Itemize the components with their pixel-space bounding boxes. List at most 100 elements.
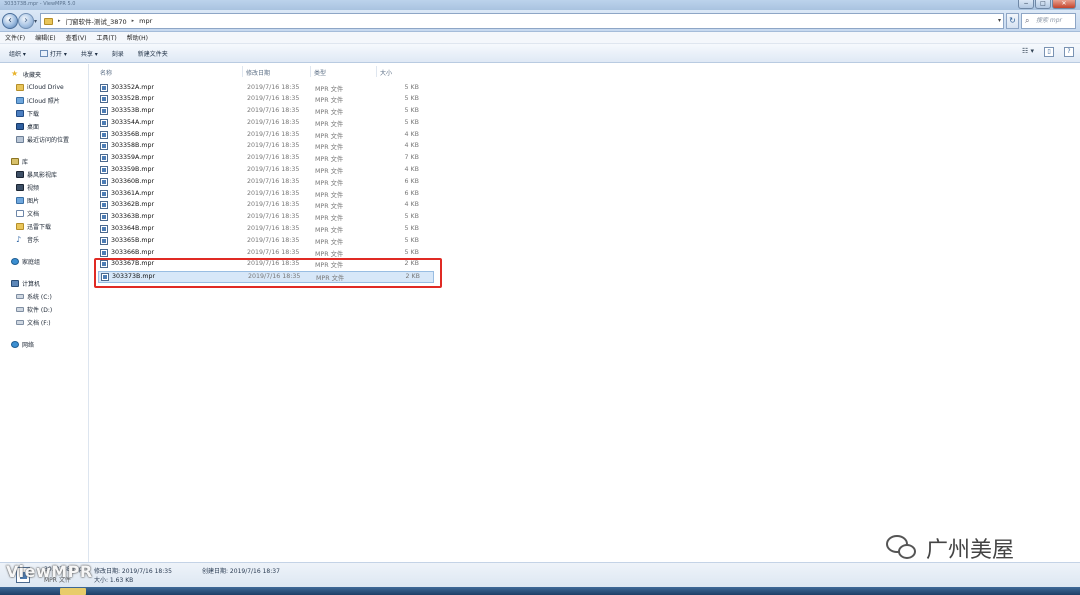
new-folder-label: 新建文件夹 <box>137 50 168 58</box>
nav-item-label: 软件 (D:) <box>27 307 53 314</box>
file-row[interactable]: 303352B.mpr 2019/7/16 18:35 MPR 文件 5 KB <box>98 94 434 106</box>
maximize-button[interactable]: □ <box>1035 0 1051 9</box>
view-options-icon[interactable]: ☷ ▾ <box>1022 47 1034 57</box>
file-row[interactable]: 303354A.mpr 2019/7/16 18:35 MPR 文件 5 KB <box>98 117 434 129</box>
nav-videos[interactable]: 视频 <box>0 181 88 194</box>
file-size: 5 KB <box>404 225 419 233</box>
highlight-annotation <box>94 258 442 288</box>
nav-favorites[interactable]: ★ 收藏夹 <box>0 68 88 81</box>
nav-music[interactable]: ♪ 音乐 <box>0 233 88 246</box>
nav-drive-c[interactable]: 系统 (C:) <box>0 290 88 303</box>
music-icon: ♪ <box>16 235 22 244</box>
minimize-button[interactable]: − <box>1018 0 1034 9</box>
mpr-file-icon <box>100 166 108 175</box>
column-divider[interactable] <box>242 66 243 77</box>
file-row[interactable]: 303363B.mpr 2019/7/16 18:35 MPR 文件 5 KB <box>98 212 434 224</box>
view-controls: ☷ ▾ ▯ ? <box>1022 47 1074 57</box>
file-row[interactable]: 303353B.mpr 2019/7/16 18:35 MPR 文件 5 KB <box>98 106 434 118</box>
file-date: 2019/7/16 18:35 <box>247 213 300 221</box>
chevron-right-icon[interactable]: ▸ <box>132 18 135 24</box>
file-row[interactable]: 303361A.mpr 2019/7/16 18:35 MPR 文件 6 KB <box>98 188 434 200</box>
menu-help[interactable]: 帮助(H) <box>127 33 148 42</box>
burn-button[interactable]: 刻录 <box>112 49 124 58</box>
folder-icon <box>16 84 24 91</box>
recent-pages-dropdown-icon[interactable]: ▾ <box>34 18 37 25</box>
nav-downloads[interactable]: 下载 <box>0 107 88 120</box>
new-folder-button[interactable]: 新建文件夹 <box>138 49 168 58</box>
file-row[interactable]: 303365B.mpr 2019/7/16 18:35 MPR 文件 5 KB <box>98 235 434 247</box>
file-size: 5 KB <box>404 107 419 115</box>
nav-recent-places[interactable]: 最近访问的位置 <box>0 133 88 146</box>
file-date: 2019/7/16 18:35 <box>247 201 300 209</box>
back-button[interactable]: ‹ <box>2 13 18 29</box>
organize-button[interactable]: 组织 ▾ <box>9 49 26 58</box>
address-bar[interactable]: ▸ 门窗软件-测试_3870 ▸ mpr ▾ <box>40 13 1004 29</box>
file-size: 4 KB <box>404 142 419 150</box>
nav-storm-video[interactable]: 暴风影视库 <box>0 168 88 181</box>
file-name: 303352B.mpr <box>111 95 155 103</box>
column-size[interactable]: 大小 <box>380 68 392 77</box>
file-row[interactable]: 303359B.mpr 2019/7/16 18:35 MPR 文件 4 KB <box>98 165 434 177</box>
column-date-modified[interactable]: 修改日期 <box>246 68 270 77</box>
file-row[interactable]: 303358B.mpr 2019/7/16 18:35 MPR 文件 4 KB <box>98 141 434 153</box>
file-type: MPR 文件 <box>315 227 344 235</box>
forward-button[interactable]: › <box>18 13 34 29</box>
file-size: 4 KB <box>404 201 419 209</box>
chevron-right-icon[interactable]: ▸ <box>58 18 61 24</box>
preview-pane-icon[interactable]: ▯ <box>1044 47 1054 57</box>
watermark-right: 广州美屋 <box>886 532 1014 564</box>
address-row: ‹ › ▾ ▸ 门窗软件-测试_3870 ▸ mpr ▾ ↻ ⌕ 搜索 mpr <box>0 10 1080 32</box>
file-name: 303359A.mpr <box>111 154 154 162</box>
address-dropdown-icon[interactable]: ▾ <box>998 17 1001 24</box>
file-date: 2019/7/16 18:35 <box>247 83 300 91</box>
file-row[interactable]: 303359A.mpr 2019/7/16 18:35 MPR 文件 7 KB <box>98 153 434 165</box>
refresh-button[interactable]: ↻ <box>1006 13 1019 29</box>
nav-documents[interactable]: 文档 <box>0 207 88 220</box>
nav-item-label: 文档 (F:) <box>27 320 51 327</box>
nav-drive-d[interactable]: 软件 (D:) <box>0 303 88 316</box>
mpr-file-icon <box>100 213 108 222</box>
nav-icloud-photos[interactable]: iCloud 照片 <box>0 94 88 107</box>
file-row[interactable]: 303364B.mpr 2019/7/16 18:35 MPR 文件 5 KB <box>98 224 434 236</box>
open-button[interactable]: 打开 ▾ <box>39 49 67 58</box>
mpr-file-icon <box>100 189 108 198</box>
nav-thunder-downloads[interactable]: 迅雷下载 <box>0 220 88 233</box>
column-name[interactable]: 名称 <box>100 68 112 77</box>
mpr-file-icon <box>100 107 108 116</box>
file-view: 名称 修改日期 类型 大小 303352A.mpr 2019/7/16 18:35… <box>90 64 1080 562</box>
file-row[interactable]: 303360B.mpr 2019/7/16 18:35 MPR 文件 6 KB <box>98 176 434 188</box>
column-divider[interactable] <box>310 66 311 77</box>
nav-pictures[interactable]: 图片 <box>0 194 88 207</box>
nav-homegroup[interactable]: 家庭组 <box>0 255 88 268</box>
menu-edit[interactable]: 编辑(E) <box>35 33 55 42</box>
file-row[interactable]: 303362B.mpr 2019/7/16 18:35 MPR 文件 4 KB <box>98 200 434 212</box>
command-toolbar: 组织 ▾ 打开 ▾ 共享 ▾ 刻录 新建文件夹 ☷ ▾ ▯ ? <box>0 44 1080 63</box>
nav-icloud-drive[interactable]: iCloud Drive <box>0 81 88 94</box>
mpr-file-icon <box>100 201 108 210</box>
mpr-file-icon <box>100 154 108 163</box>
file-row[interactable]: 303352A.mpr 2019/7/16 18:35 MPR 文件 5 KB <box>98 82 434 94</box>
menu-view[interactable]: 查看(V) <box>66 33 87 42</box>
search-input[interactable]: ⌕ 搜索 mpr <box>1021 13 1076 29</box>
help-icon[interactable]: ? <box>1064 47 1074 57</box>
nav-libraries[interactable]: 库 <box>0 155 88 168</box>
mpr-file-icon <box>100 130 108 139</box>
column-divider[interactable] <box>376 66 377 77</box>
file-date: 2019/7/16 18:35 <box>247 118 300 126</box>
explorer-task-button[interactable] <box>60 588 86 595</box>
nav-computer[interactable]: 计算机 <box>0 277 88 290</box>
menu-tools[interactable]: 工具(T) <box>96 33 116 42</box>
file-row[interactable]: 303356B.mpr 2019/7/16 18:35 MPR 文件 4 KB <box>98 129 434 141</box>
column-type[interactable]: 类型 <box>314 68 326 77</box>
breadcrumb-crumb-2[interactable]: mpr <box>139 17 152 25</box>
nav-desktop[interactable]: 桌面 <box>0 120 88 133</box>
nav-network[interactable]: 网络 <box>0 338 88 351</box>
file-date: 2019/7/16 18:35 <box>247 225 300 233</box>
close-button[interactable]: ✕ <box>1052 0 1076 9</box>
nav-homegroup-label: 家庭组 <box>22 259 41 266</box>
share-button[interactable]: 共享 ▾ <box>81 49 98 58</box>
breadcrumb-crumb-1[interactable]: 门窗软件-测试_3870 <box>66 16 127 26</box>
menu-file[interactable]: 文件(F) <box>5 33 25 42</box>
file-date: 2019/7/16 18:35 <box>247 189 300 197</box>
nav-drive-f[interactable]: 文档 (F:) <box>0 316 88 329</box>
